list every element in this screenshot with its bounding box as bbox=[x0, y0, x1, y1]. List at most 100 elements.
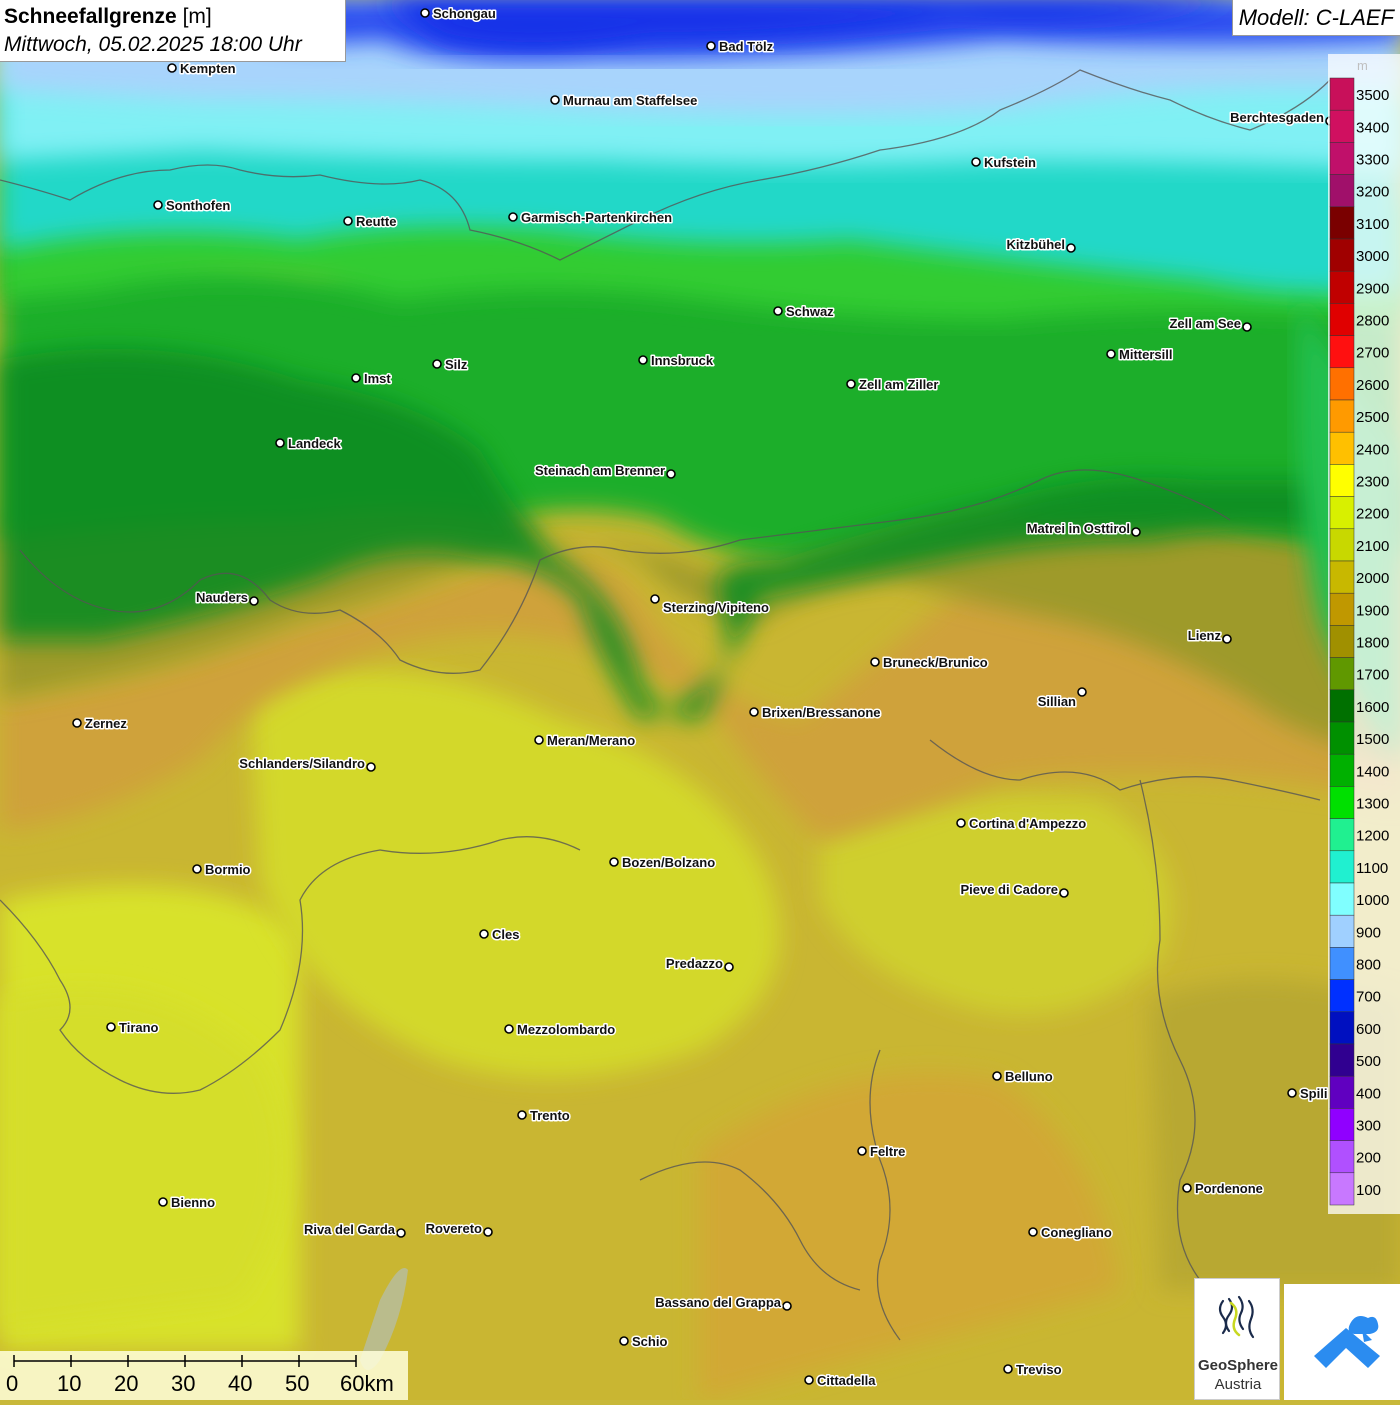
city-dot bbox=[1003, 1364, 1013, 1374]
city-dot bbox=[517, 1110, 527, 1120]
city-marker: Garmisch-Partenkirchen bbox=[508, 209, 674, 227]
city-label: Landeck bbox=[288, 436, 342, 451]
city-label: Kitzbühel bbox=[1007, 237, 1066, 252]
city-label: Bozen/Bolzano bbox=[622, 855, 715, 870]
city-label: Silz bbox=[445, 357, 468, 372]
legend-swatch bbox=[1329, 270, 1355, 304]
city-label: Lienz bbox=[1188, 628, 1222, 643]
city-label: Garmisch-Partenkirchen bbox=[521, 210, 672, 225]
city-dot bbox=[153, 200, 163, 210]
legend-swatch bbox=[1329, 721, 1355, 755]
legend-label: 3200 bbox=[1356, 184, 1389, 201]
map-title-unit: [m] bbox=[182, 5, 212, 28]
scale-label-30: 30 bbox=[171, 1371, 196, 1396]
city-dot bbox=[396, 1228, 406, 1238]
legend-swatch bbox=[1329, 335, 1355, 369]
city-marker: Innsbruck bbox=[638, 352, 715, 370]
city-dot bbox=[1182, 1183, 1192, 1193]
legend-label: 1000 bbox=[1356, 892, 1389, 909]
city-marker: Cortina d'Ampezzo bbox=[956, 815, 1088, 833]
legend-label: 400 bbox=[1356, 1085, 1381, 1102]
legend-swatch bbox=[1329, 625, 1355, 658]
city-marker: Zell am See bbox=[1168, 315, 1252, 333]
city-label: Feltre bbox=[870, 1144, 905, 1159]
legend-swatch bbox=[1329, 850, 1355, 884]
city-dot bbox=[619, 1336, 629, 1346]
legend-swatch bbox=[1329, 109, 1355, 143]
legend-label: 3400 bbox=[1356, 119, 1389, 136]
city-marker: Bozen/Bolzano bbox=[609, 854, 717, 872]
city-marker: Schlanders/Silandro bbox=[238, 755, 376, 773]
city-label: Cles bbox=[492, 927, 519, 942]
city-dot bbox=[782, 1301, 792, 1311]
city-dot bbox=[106, 1022, 116, 1032]
legend-label: 1400 bbox=[1356, 763, 1389, 780]
logo-text-austria: Austria bbox=[1214, 1376, 1262, 1393]
city-label: Steinach am Brenner bbox=[535, 463, 665, 478]
scale-label-0: 0 bbox=[6, 1371, 19, 1396]
legend-label: 300 bbox=[1356, 1118, 1381, 1135]
city-marker: Bruneck/Brunico bbox=[870, 654, 989, 672]
city-label: Berchtesgaden bbox=[1230, 110, 1324, 125]
city-dot bbox=[1028, 1227, 1038, 1237]
city-dot bbox=[420, 8, 430, 18]
city-label: Pieve di Cadore bbox=[960, 882, 1058, 897]
legend-label: 900 bbox=[1356, 924, 1381, 941]
legend-label: 3500 bbox=[1356, 87, 1389, 104]
city-dot bbox=[275, 438, 285, 448]
legend-swatch bbox=[1329, 1075, 1355, 1109]
city-label: Kufstein bbox=[984, 155, 1036, 170]
city-label: Kempten bbox=[180, 61, 236, 76]
city-dot bbox=[249, 596, 259, 606]
legend-label: 3000 bbox=[1356, 248, 1389, 265]
legend-label: 3100 bbox=[1356, 216, 1389, 233]
legend-swatch bbox=[1329, 464, 1355, 497]
legend-swatch bbox=[1329, 1043, 1355, 1077]
city-label: Schio bbox=[632, 1334, 667, 1349]
city-dot bbox=[508, 212, 518, 222]
legend-swatch bbox=[1329, 528, 1355, 562]
city-marker: Brixen/Bressanone bbox=[749, 704, 882, 722]
legend-label: 2700 bbox=[1356, 345, 1389, 362]
city-dot bbox=[956, 818, 966, 828]
legend-label: 1100 bbox=[1356, 860, 1388, 877]
city-label: Sillian bbox=[1038, 694, 1076, 709]
legend-label: 1600 bbox=[1356, 699, 1389, 716]
city-dot bbox=[804, 1375, 814, 1385]
city-marker: Pordenone bbox=[1182, 1180, 1264, 1198]
color-legend: 3500 3400 3300 3200 3100 3000 2900 2800 2700 2600… bbox=[1328, 54, 1400, 1214]
city-label: Innsbruck bbox=[651, 353, 714, 368]
city-dot bbox=[749, 707, 759, 717]
city-marker: Predazzo bbox=[664, 955, 734, 973]
legend-swatch bbox=[1329, 979, 1355, 1013]
scale-label-60km: 60km bbox=[340, 1371, 394, 1396]
city-label: Zell am Ziller bbox=[859, 377, 938, 392]
city-label: Matrei in Osttirol bbox=[1027, 521, 1130, 536]
city-label: Brixen/Bressanone bbox=[762, 705, 881, 720]
legend-swatch bbox=[1329, 367, 1355, 401]
city-dot bbox=[1222, 634, 1232, 644]
city-marker: Steinach am Brenner bbox=[533, 462, 676, 480]
city-dot bbox=[971, 157, 981, 167]
legend-label: 1200 bbox=[1356, 828, 1389, 845]
city-marker: Meran/Merano bbox=[534, 732, 637, 750]
model-label: Modell: C-LAEF bbox=[1231, 0, 1400, 36]
geosphere-logo[interactable]: GeoSphere Austria bbox=[1194, 1278, 1280, 1400]
city-label: Cortina d'Ampezzo bbox=[969, 816, 1086, 831]
city-dot bbox=[432, 359, 442, 369]
legend-swatch bbox=[1329, 142, 1355, 175]
legend-label: 2400 bbox=[1356, 441, 1389, 458]
city-dot bbox=[1066, 243, 1076, 253]
city-marker: Mezzolombardo bbox=[504, 1021, 617, 1039]
city-dot bbox=[870, 657, 880, 667]
city-dot bbox=[483, 1227, 493, 1237]
city-label: Bienno bbox=[171, 1195, 215, 1210]
legend-label: 3300 bbox=[1356, 152, 1389, 169]
app-logo[interactable] bbox=[1284, 1284, 1400, 1400]
legend-swatch bbox=[1329, 947, 1355, 980]
legend-label: 600 bbox=[1356, 1021, 1381, 1038]
legend-label: 2300 bbox=[1356, 474, 1389, 491]
legend-swatch bbox=[1329, 399, 1355, 433]
city-label: Cittadella bbox=[817, 1373, 876, 1388]
city-label: Murnau am Staffelsee bbox=[563, 93, 697, 108]
